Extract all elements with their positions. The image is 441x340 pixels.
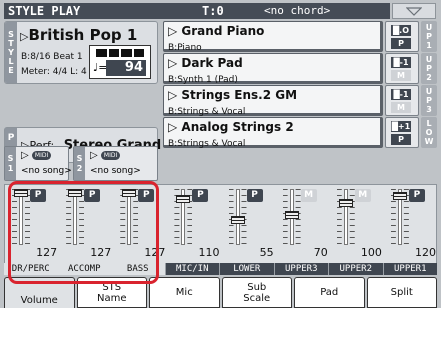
play-mute-button[interactable]: P xyxy=(408,189,425,202)
play-mute-indicator: M xyxy=(391,70,411,81)
play-mute-indicator: P xyxy=(391,134,411,145)
fader-knob[interactable] xyxy=(284,210,299,219)
volume-value: 110 xyxy=(198,246,220,259)
fader-track xyxy=(343,189,348,245)
tab-subscale[interactable]: Sub Scale xyxy=(221,277,292,308)
channel-label: UPPER2 xyxy=(328,263,383,275)
volume-value: 100 xyxy=(360,246,382,259)
midi-icon: MIDI xyxy=(31,150,52,160)
part-tag-4: LOW xyxy=(421,117,437,148)
play-mute-button[interactable]: M xyxy=(354,189,371,202)
triangle-down-icon xyxy=(406,6,422,16)
octave-indicator: █-1 xyxy=(391,57,411,68)
fader-channel-upper3[interactable]: M 70 xyxy=(276,185,330,264)
sound-bank: B:Piano xyxy=(168,43,202,53)
style-side-tag: STYLE xyxy=(5,22,17,83)
page-title: STYLE PLAY xyxy=(8,4,81,18)
sound-name: ▷ Strings Ens.2 GM xyxy=(168,88,298,102)
sound-bank: B:Strings & Vocal xyxy=(168,139,246,149)
sound-bank: B:Synth 1 (Pad) xyxy=(168,75,238,85)
volume-value: 55 xyxy=(259,246,274,259)
style-play-screen: STYLE PLAY T:0 <no chord> STYLE ▷British… xyxy=(0,0,441,340)
fader-knob[interactable] xyxy=(230,216,245,225)
fader-knob[interactable] xyxy=(176,195,191,204)
fader-channel-upper2[interactable]: M 100 xyxy=(330,185,384,264)
octave-indicator: █+1 xyxy=(391,121,411,132)
title-bar: STYLE PLAY T:0 <no chord> xyxy=(4,3,390,19)
volume-value: 120 xyxy=(415,246,436,259)
sound-bank: B:Strings & Vocal xyxy=(168,107,246,117)
tab-pad[interactable]: Pad xyxy=(294,277,365,308)
sound-panel-2[interactable]: ▷ Dark Pad B:Synth 1 (Pad) xyxy=(163,53,383,85)
octave-play-button-2[interactable]: █-1 M xyxy=(385,53,419,84)
midi-icon: MIDI xyxy=(100,150,121,160)
tempo-value: 94 xyxy=(106,60,146,76)
highlight-box xyxy=(8,181,159,284)
octave-play-button-3[interactable]: █-1 M xyxy=(385,85,419,116)
play-mute-button[interactable]: P xyxy=(192,189,209,202)
volume-value: 70 xyxy=(313,246,328,259)
sound-panel-1[interactable]: ▷ Grand Piano B:Piano xyxy=(163,21,383,53)
part-tag-3: UP3 xyxy=(421,85,437,116)
sound-name: ▷ Dark Pad xyxy=(168,56,243,70)
tempo-label: T:0 xyxy=(202,4,224,18)
channel-label: LOWER xyxy=(219,263,274,275)
sound-panel-4[interactable]: ▷ Analog Strings 2 B:Strings & Vocal xyxy=(163,117,383,149)
tempo-box[interactable]: ♩= 94 xyxy=(89,45,151,79)
channel-label: UPPER3 xyxy=(273,263,328,275)
chord-display: <no chord> xyxy=(264,4,331,17)
tab-mic[interactable]: Mic xyxy=(149,277,220,308)
style-beat: B:8/16 Beat 1 xyxy=(21,52,83,62)
part-tag-2: UP2 xyxy=(421,53,437,84)
beat-indicator xyxy=(96,49,144,57)
style-name: ▷British Pop 1 xyxy=(20,26,138,44)
channel-label: UPPER1 xyxy=(382,263,437,275)
sound-name: ▷ Grand Piano xyxy=(168,24,265,38)
sound-name: ▷ Analog Strings 2 xyxy=(168,120,294,134)
part-tag-1: UP1 xyxy=(421,21,437,52)
fader-knob[interactable] xyxy=(338,199,353,208)
tab-split[interactable]: Split xyxy=(366,277,437,308)
fader-knob[interactable] xyxy=(392,191,407,200)
octave-indicator: █-1 xyxy=(391,89,411,100)
song-name: <no song> xyxy=(90,166,141,176)
style-meter: Meter: 4/4 L: 4 xyxy=(21,67,87,77)
fader-channel-micin[interactable]: P 110 xyxy=(167,185,221,264)
octave-play-button-1[interactable]: █.O P xyxy=(385,21,419,52)
play-mute-indicator: M xyxy=(391,102,411,113)
fader-channel-lower[interactable]: P 55 xyxy=(222,185,276,264)
sound-panel-3[interactable]: ▷ Strings Ens.2 GM B:Strings & Vocal xyxy=(163,85,383,117)
play-mute-button[interactable]: P xyxy=(246,189,263,202)
style-panel[interactable]: STYLE ▷British Pop 1 B:8/16 Beat 1 Meter… xyxy=(4,21,158,84)
songbook-slot-1[interactable]: S1 ▷ MIDI <no song> xyxy=(4,146,72,181)
song-name: <no song> xyxy=(21,166,72,176)
play-mute-button[interactable]: M xyxy=(300,189,317,202)
page-menu-button[interactable] xyxy=(392,3,436,19)
play-mute-indicator: P xyxy=(391,38,411,49)
songbook-slot-2[interactable]: S2 ▷ MIDI <no song> xyxy=(73,146,158,181)
channel-label: MIC/IN xyxy=(164,263,219,275)
octave-indicator: █.O xyxy=(391,25,411,36)
fader-channel-upper1[interactable]: P 120 xyxy=(384,185,438,264)
octave-play-button-4[interactable]: █+1 P xyxy=(385,117,419,148)
bottom-margin xyxy=(0,308,441,340)
